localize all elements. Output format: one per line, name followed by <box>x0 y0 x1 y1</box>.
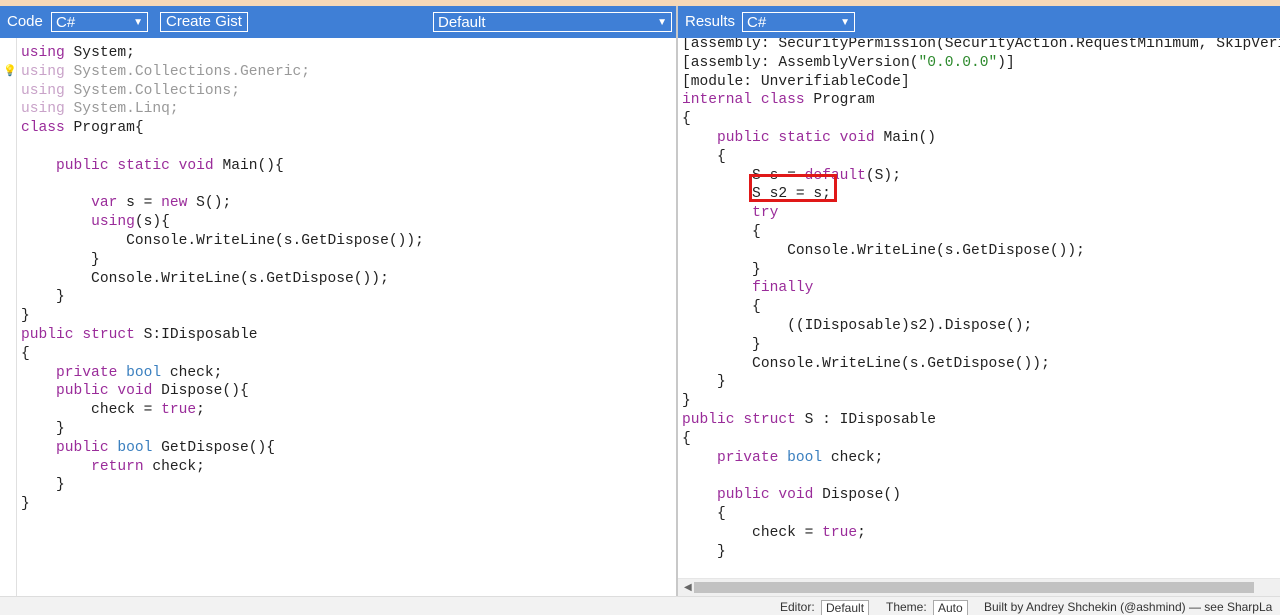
status-bar: Editor: Default Theme: Auto Built by And… <box>0 596 1280 615</box>
source-code-line: private bool check; <box>56 364 223 381</box>
result-code-line: } <box>682 543 726 560</box>
source-code-line: check = true; <box>21 402 205 419</box>
result-code-line: [module: UnverifiableCode] <box>682 73 910 90</box>
source-code-line: public struct S:IDisposable <box>21 326 258 343</box>
result-code-line: [assembly: AssemblyVersion("0.0.0.0")] <box>682 54 1015 71</box>
result-code-line: ((IDisposable)s2).Dispose(); <box>682 317 1033 334</box>
editor-gutter: 💡 <box>0 38 17 596</box>
source-code-line: } <box>21 289 65 306</box>
code-editor[interactable]: 💡 using System; using System.Collections… <box>0 38 676 596</box>
result-code-line: public void Dispose() <box>717 487 901 504</box>
source-code-line: public bool GetDispose(){ <box>56 439 275 456</box>
source-code-line: { <box>21 345 30 362</box>
source-code-line: using System; <box>21 45 135 61</box>
result-code-line: Console.WriteLine(s.GetDispose()); <box>682 242 1085 259</box>
lightbulb-icon[interactable]: 💡 <box>3 64 17 77</box>
source-code-line: Console.WriteLine(s.GetDispose()); <box>21 232 424 249</box>
create-gist-button[interactable]: Create Gist <box>160 12 248 32</box>
scroll-left-icon[interactable]: ◀ <box>684 582 692 593</box>
results-horizontal-scrollbar[interactable]: ◀ <box>678 578 1280 597</box>
source-code-line: using System.Collections; <box>21 82 240 99</box>
results-toolbar: Results C# ▼ <box>678 6 1280 38</box>
source-code-line: public static void Main(){ <box>56 157 284 174</box>
code-language-select[interactable]: C# ▼ <box>51 12 148 32</box>
code-language-value: C# <box>56 14 76 31</box>
source-code-line: } <box>21 251 100 268</box>
result-code-line: private bool check; <box>717 449 884 466</box>
source-code-line: return check; <box>91 458 205 475</box>
editor-select[interactable]: Default <box>821 600 870 615</box>
source-code-line: using System.Collections.Generic; <box>21 63 311 80</box>
result-code-line: { <box>682 111 691 128</box>
editor-label: Editor: <box>780 600 815 614</box>
result-code-line: public struct S : IDisposable <box>682 411 936 428</box>
source-code-line: class Program{ <box>21 120 144 137</box>
credits-text: Built by Andrey Shchekin (@ashmind) — se… <box>984 600 1273 614</box>
result-code-line: try <box>752 205 779 222</box>
result-code-line: public static void Main() <box>717 129 936 146</box>
source-code-line: } <box>21 308 30 325</box>
source-code-line: var s = new S(); <box>91 195 232 212</box>
theme-select[interactable]: Auto <box>933 600 968 615</box>
result-code-line: { <box>682 223 761 240</box>
result-code-line: { <box>682 148 726 165</box>
chevron-down-icon: ▼ <box>657 17 667 28</box>
result-code-line: } <box>682 261 761 278</box>
results-label: Results <box>685 13 736 30</box>
result-code-line: check = true; <box>682 524 866 541</box>
source-code-line: } <box>21 420 65 437</box>
mode-select[interactable]: Default ▼ <box>433 12 672 32</box>
source-code-line: public void Dispose(){ <box>56 383 249 400</box>
scrollbar-thumb[interactable] <box>694 582 1254 593</box>
highlight-box <box>749 174 837 202</box>
result-code-line: { <box>682 505 726 522</box>
results-language-select[interactable]: C# ▼ <box>742 12 855 32</box>
result-code-line: { <box>682 430 691 447</box>
source-code-line: } <box>21 496 30 513</box>
source-code-line: } <box>21 477 65 494</box>
result-code-line: Console.WriteLine(s.GetDispose()); <box>682 355 1050 372</box>
source-code[interactable]: using System; using System.Collections.G… <box>21 44 424 514</box>
result-code: [assembly: SecurityPermission(SecurityAc… <box>682 38 1280 578</box>
result-code-line: [assembly: SecurityPermission(SecurityAc… <box>682 38 1280 52</box>
mode-value: Default <box>438 14 486 31</box>
result-code-line: { <box>682 299 761 316</box>
source-code-line: using(s){ <box>91 214 170 231</box>
source-code-line: Console.WriteLine(s.GetDispose()); <box>21 270 389 287</box>
result-code-line: } <box>682 336 761 353</box>
result-code-line: } <box>682 374 726 391</box>
chevron-down-icon: ▼ <box>133 17 143 28</box>
results-view[interactable]: [assembly: SecurityPermission(SecurityAc… <box>678 38 1280 578</box>
code-toolbar: Code C# ▼ Create Gist Default ▼ <box>0 6 676 38</box>
result-code-line: } <box>682 393 691 410</box>
result-code-line: finally <box>752 280 814 297</box>
code-label: Code <box>7 13 43 30</box>
result-code-line: internal class Program <box>682 92 875 109</box>
source-code-line: using System.Linq; <box>21 101 179 118</box>
results-language-value: C# <box>747 14 767 31</box>
theme-label: Theme: <box>886 600 927 614</box>
chevron-down-icon: ▼ <box>840 17 850 28</box>
